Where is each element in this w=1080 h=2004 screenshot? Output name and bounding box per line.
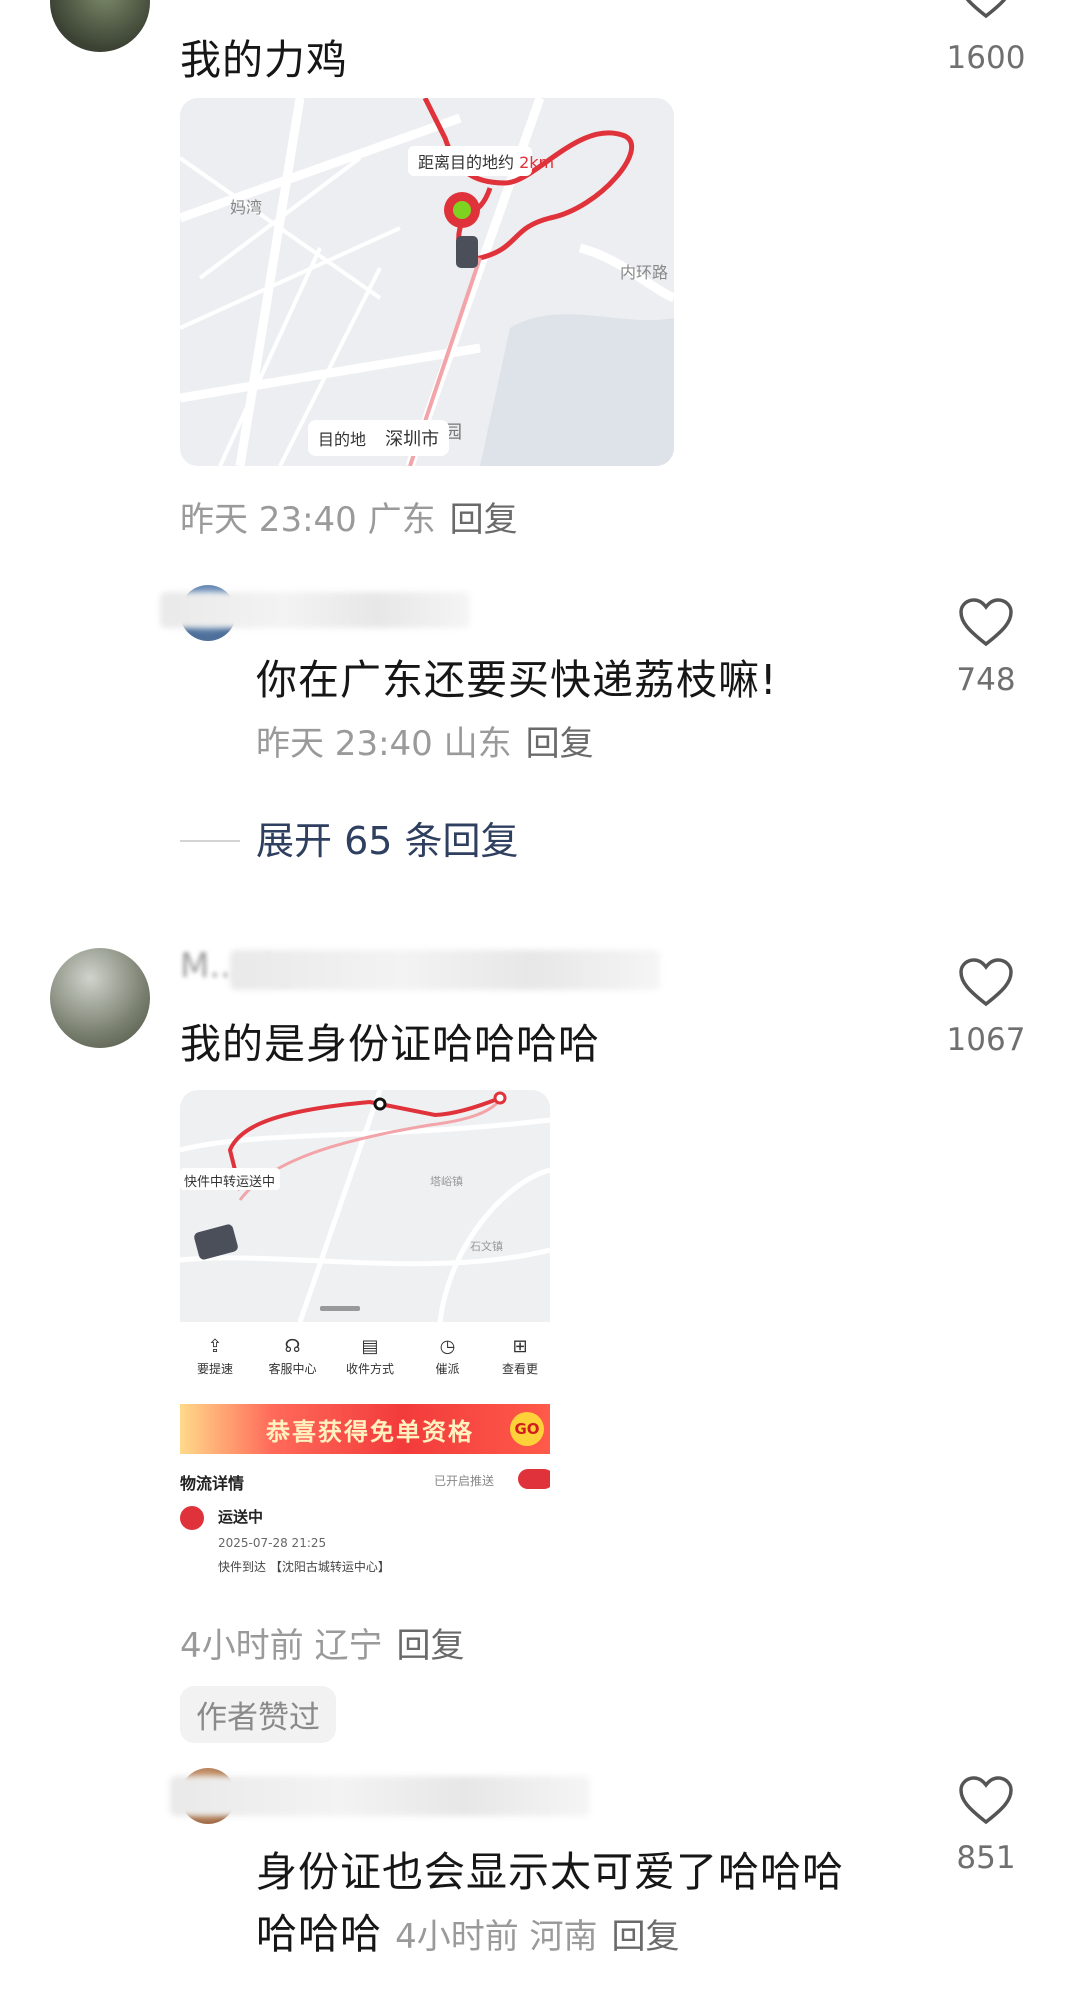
comment-meta: 昨天 23:40 广东 回复 (180, 500, 518, 540)
like-heart-icon[interactable] (958, 598, 1014, 652)
username-blurred (160, 592, 470, 628)
action-item[interactable]: ◷ 催派 (413, 1334, 483, 1394)
reply-text-line2-row: 哈哈哈 4小时前 河南 回复 (256, 1900, 680, 1960)
like-heart-icon[interactable] (958, 0, 1014, 24)
reply-meta: 昨天 23:40 山东 回复 (256, 724, 594, 764)
action-row: ⇪ 要提速 ☊ 客服中心 ▤ 收件方式 ◷ 催派 ⊞ 查看更 (180, 1334, 550, 1394)
reply-button[interactable]: 回复 (526, 724, 594, 764)
reply-meta: 4小时前 河南 回复 (395, 1917, 680, 1957)
promo-banner[interactable]: 恭喜获得免单资格 GO (180, 1404, 550, 1454)
comment-image-map[interactable]: 铁路公园 妈湾 内环路 距离目的地约 2km 目的地 深圳市 (180, 98, 674, 466)
like-count: 851 (956, 1840, 1016, 1876)
rocket-icon: ⇪ (207, 1336, 223, 1357)
document-icon: ▤ (361, 1336, 379, 1357)
clock-icon: ◷ (439, 1336, 456, 1357)
push-toggle[interactable] (518, 1469, 550, 1489)
reply-button[interactable]: 回复 (396, 1626, 464, 1666)
logistics-datetime: 2025-07-28 21:25 (218, 1536, 327, 1550)
expand-divider (180, 840, 240, 842)
truck-icon (180, 1506, 204, 1530)
comment-meta: 4小时前 辽宁 回复 (180, 1626, 465, 1666)
like-count: 748 (956, 662, 1016, 698)
destination-pill: 目的地 深圳市 (308, 420, 450, 456)
username-blurred (230, 950, 660, 990)
action-item[interactable]: ⇪ 要提速 (180, 1334, 250, 1394)
map-drawing: 塔峪镇 石文镇 (180, 1090, 550, 1322)
headset-icon: ☊ (284, 1336, 301, 1357)
map-place: 妈湾 (230, 198, 262, 217)
like-count: 1067 (946, 1022, 1026, 1058)
grid-icon: ⊞ (512, 1336, 528, 1357)
map-place: 内环路 (620, 263, 668, 282)
action-item[interactable]: ⊞ 查看更 (490, 1334, 550, 1394)
banner-go-button[interactable]: GO (510, 1412, 544, 1446)
logistics-detail: 快件到达 【沈阳古城转运中心】 (218, 1560, 390, 1574)
banner-text: 恭喜获得免单资格 (266, 1418, 474, 1446)
comment-image-screenshot[interactable]: 塔峪镇 石文镇 快件中转运送中 ⇪ 要提速 ☊ 客服中心 ▤ 收件方式 ◷ 催派 ⊞ 查看… (180, 1090, 550, 1590)
like-count-box: 1067 (936, 1016, 1036, 1058)
push-label: 已开启推送 (434, 1474, 495, 1488)
like-count-box: 851 (936, 1834, 1036, 1876)
action-item[interactable]: ☊ 客服中心 (258, 1334, 328, 1394)
status-bubble: 快件中转运送中 (184, 1175, 276, 1190)
like-count-box: 1600 (936, 34, 1036, 76)
like-count: 1600 (946, 40, 1026, 76)
reply-button[interactable]: 回复 (450, 500, 518, 540)
like-count-box: 748 (936, 656, 1036, 698)
author-liked-badge: 作者赞过 (180, 1686, 336, 1743)
action-item[interactable]: ▤ 收件方式 (335, 1334, 405, 1394)
comment-text: 我的是身份证哈哈哈哈 (180, 1020, 600, 1068)
map-place: 塔峪镇 (430, 1174, 463, 1188)
reply-text-line1: 身份证也会显示太可爱了哈哈哈 (256, 1848, 844, 1896)
avatar[interactable] (50, 0, 150, 52)
logistics-status: 运送中 (218, 1508, 264, 1526)
expand-replies-button[interactable]: 展开 65 条回复 (256, 810, 519, 865)
reply-button[interactable]: 回复 (612, 1917, 680, 1957)
reply-text: 你在广东还要买快递荔枝嘛! (256, 656, 778, 704)
map-place: 石文镇 (470, 1239, 503, 1253)
comment-text: 我的力鸡 (180, 36, 348, 84)
like-heart-icon[interactable] (958, 1776, 1014, 1830)
username-blurred (170, 1776, 590, 1816)
logistics-title: 物流详情 (180, 1474, 245, 1493)
like-heart-icon[interactable] (958, 958, 1014, 1012)
distance-label: 距离目的地约 2km (418, 153, 555, 172)
avatar[interactable] (50, 948, 150, 1048)
reply-text-line2: 哈哈哈 (256, 1910, 382, 1958)
